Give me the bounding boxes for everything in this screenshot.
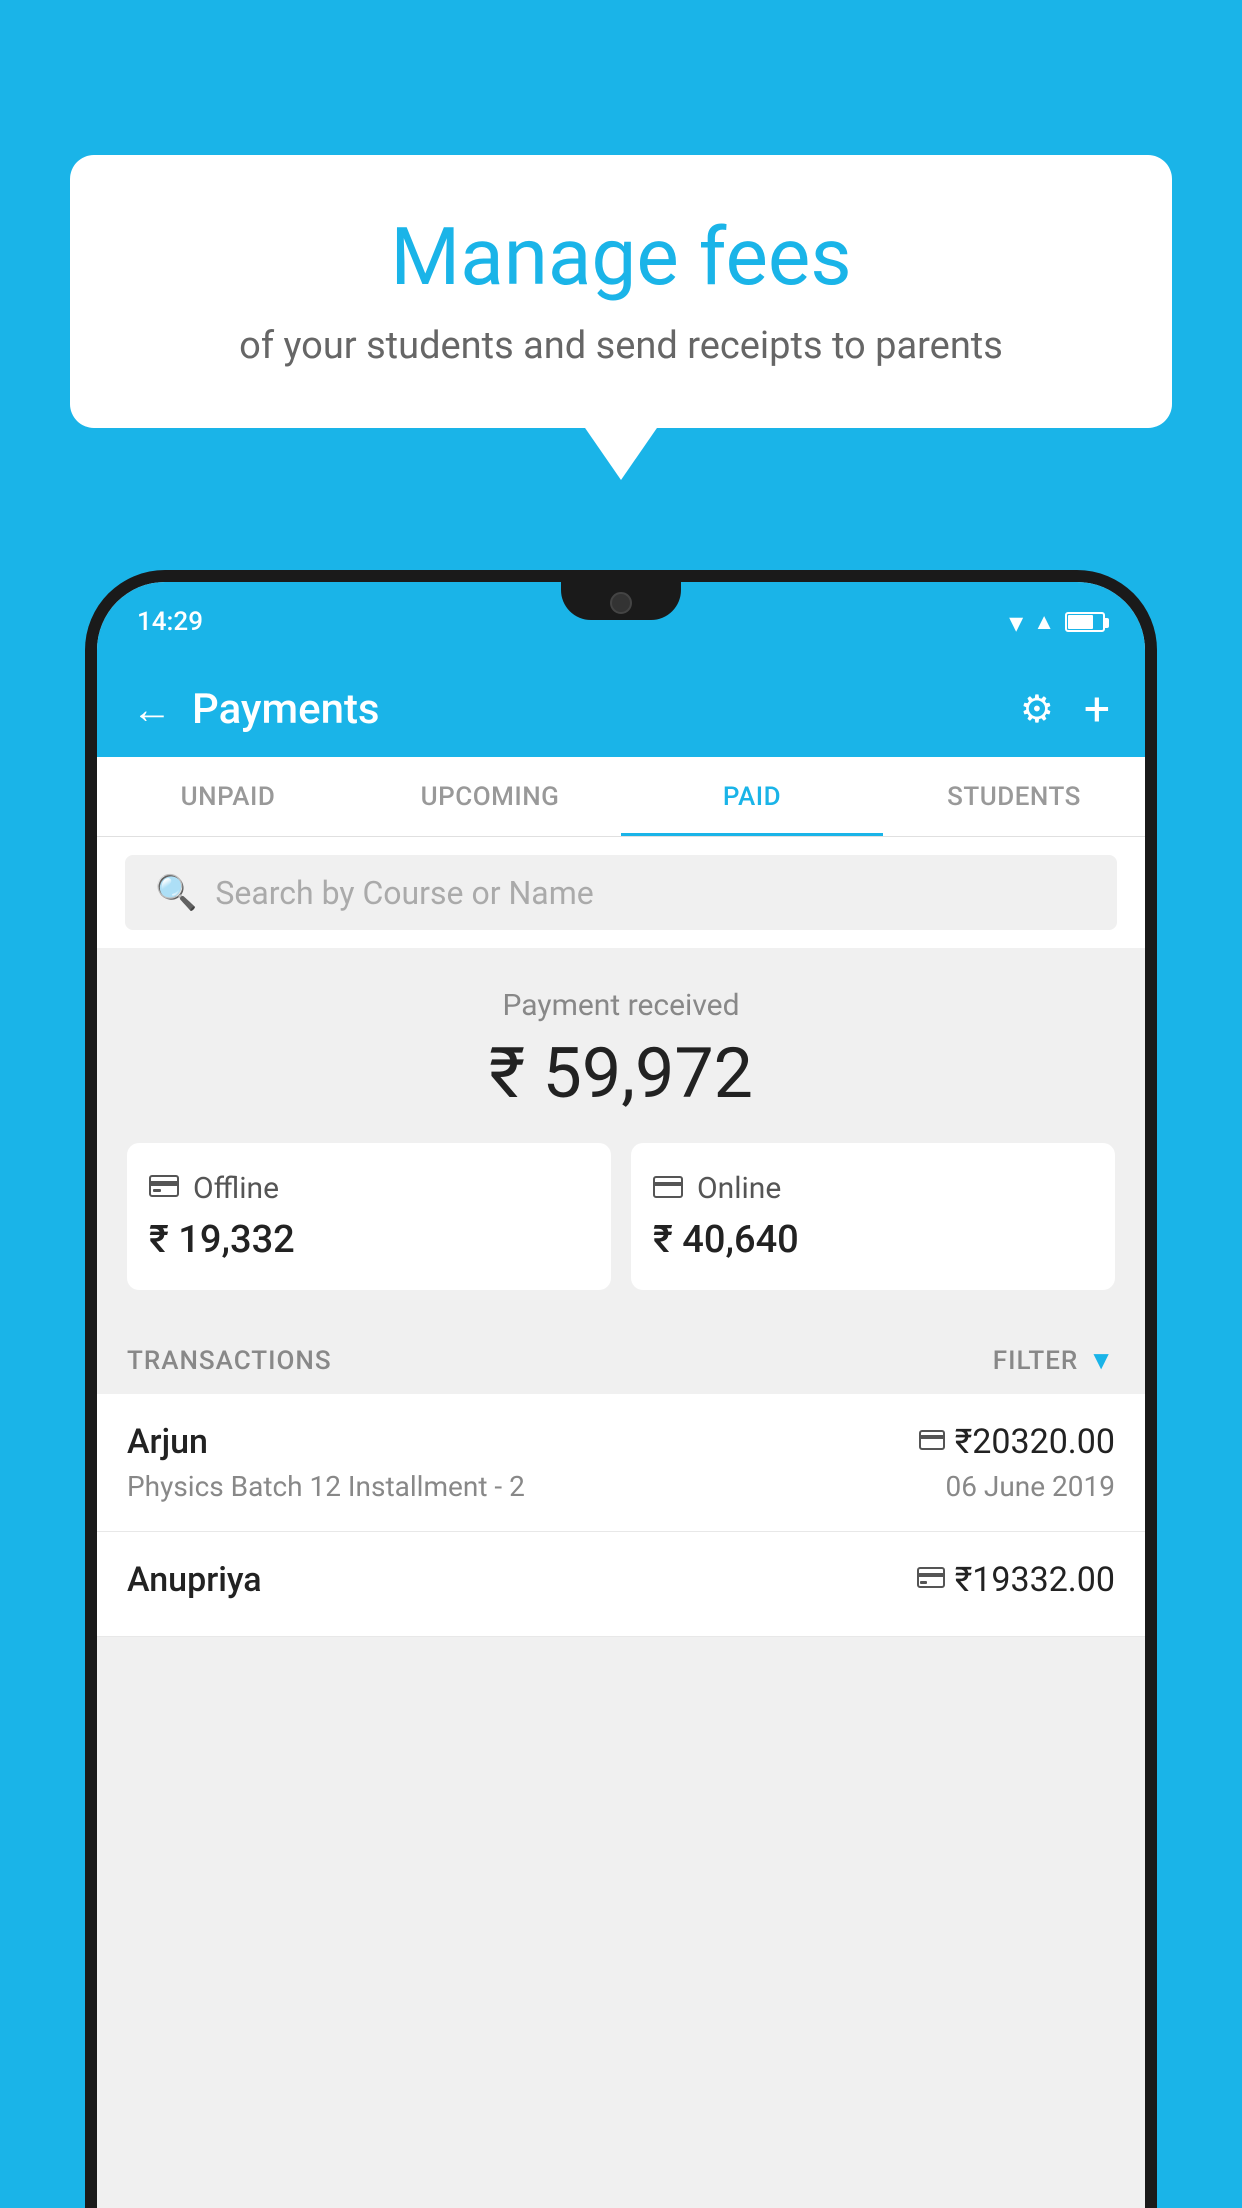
transaction-amount-right-2: ₹19332.00 xyxy=(917,1560,1115,1600)
search-container: 🔍 Search by Course or Name xyxy=(97,837,1145,948)
offline-card: Offline ₹ 19,332 xyxy=(127,1143,611,1290)
online-amount: ₹ 40,640 xyxy=(653,1218,1093,1262)
search-input[interactable]: Search by Course or Name xyxy=(215,874,593,912)
app-header: ← Payments ⚙ + xyxy=(97,662,1145,757)
transaction-name: Arjun xyxy=(127,1422,208,1462)
transactions-label: TRANSACTIONS xyxy=(127,1346,332,1376)
phone-screen: 14:29 ← Payments ⚙ + xyxy=(97,582,1145,2208)
tab-unpaid[interactable]: UNPAID xyxy=(97,757,359,836)
payment-received-section: Payment received ₹ 59,972 xyxy=(97,948,1145,1320)
bubble-title: Manage fees xyxy=(130,210,1112,304)
status-bar: 14:29 xyxy=(97,582,1145,662)
tab-upcoming[interactable]: UPCOMING xyxy=(359,757,621,836)
online-icon xyxy=(653,1172,683,1205)
transaction-date: 06 June 2019 xyxy=(945,1470,1115,1503)
speech-bubble: Manage fees of your students and send re… xyxy=(70,155,1172,428)
transaction-sub: Physics Batch 12 Installment - 2 06 June… xyxy=(127,1470,1115,1503)
offline-card-header: Offline xyxy=(149,1171,589,1206)
tabs-bar: UNPAID UPCOMING PAID STUDENTS xyxy=(97,757,1145,837)
phone-frame: 14:29 ← Payments ⚙ + xyxy=(85,570,1157,2208)
search-bar[interactable]: 🔍 Search by Course or Name xyxy=(125,855,1117,930)
payment-label: Payment received xyxy=(127,988,1115,1023)
signal-icon xyxy=(1033,609,1055,635)
search-icon: 🔍 xyxy=(155,873,197,913)
page-title: Payments xyxy=(192,685,380,734)
offline-icon xyxy=(149,1171,179,1206)
status-time: 14:29 xyxy=(137,607,203,637)
card-icon xyxy=(919,1428,945,1456)
payment-cards: Offline ₹ 19,332 Online xyxy=(127,1143,1115,1290)
online-type: Online xyxy=(697,1171,781,1206)
transaction-course: Physics Batch 12 Installment - 2 xyxy=(127,1470,525,1503)
gear-icon[interactable]: ⚙ xyxy=(1020,687,1054,732)
transactions-header: TRANSACTIONS FILTER ▼ xyxy=(97,1320,1145,1394)
offline-payment-icon xyxy=(917,1564,945,1596)
back-button[interactable]: ← xyxy=(132,690,172,730)
transaction-amount: ₹20320.00 xyxy=(955,1422,1115,1462)
battery-fill xyxy=(1068,615,1093,629)
transaction-row-content-2: Anupriya ₹19332.00 xyxy=(127,1560,1115,1600)
content-area: 🔍 Search by Course or Name Payment recei… xyxy=(97,837,1145,2208)
filter-icon: ▼ xyxy=(1088,1345,1115,1376)
status-icons xyxy=(1009,606,1105,639)
online-card-header: Online xyxy=(653,1171,1093,1206)
transaction-row-content: Arjun ₹20320.00 xyxy=(127,1422,1115,1462)
tab-paid[interactable]: PAID xyxy=(621,757,883,836)
offline-type: Offline xyxy=(193,1171,279,1206)
phone-notch xyxy=(561,582,681,620)
tab-students[interactable]: STUDENTS xyxy=(883,757,1145,836)
bubble-subtitle: of your students and send receipts to pa… xyxy=(130,324,1112,368)
battery-icon xyxy=(1065,612,1105,632)
transaction-row[interactable]: Anupriya ₹19332.00 xyxy=(97,1532,1145,1637)
filter-label: FILTER xyxy=(993,1346,1078,1376)
transaction-amount-right: ₹20320.00 xyxy=(919,1422,1115,1462)
filter-button[interactable]: FILTER ▼ xyxy=(993,1345,1115,1376)
header-right: ⚙ + xyxy=(1020,687,1110,733)
add-button[interactable]: + xyxy=(1084,687,1110,733)
transaction-row[interactable]: Arjun ₹20320.00 Physics Batch 12 Install… xyxy=(97,1394,1145,1532)
online-card: Online ₹ 40,640 xyxy=(631,1143,1115,1290)
transaction-name-2: Anupriya xyxy=(127,1560,262,1600)
header-left: ← Payments xyxy=(132,685,380,734)
camera xyxy=(610,592,632,614)
payment-amount: ₹ 59,972 xyxy=(127,1033,1115,1115)
transaction-amount-2: ₹19332.00 xyxy=(955,1560,1115,1600)
wifi-icon xyxy=(1009,606,1023,639)
offline-amount: ₹ 19,332 xyxy=(149,1218,589,1262)
